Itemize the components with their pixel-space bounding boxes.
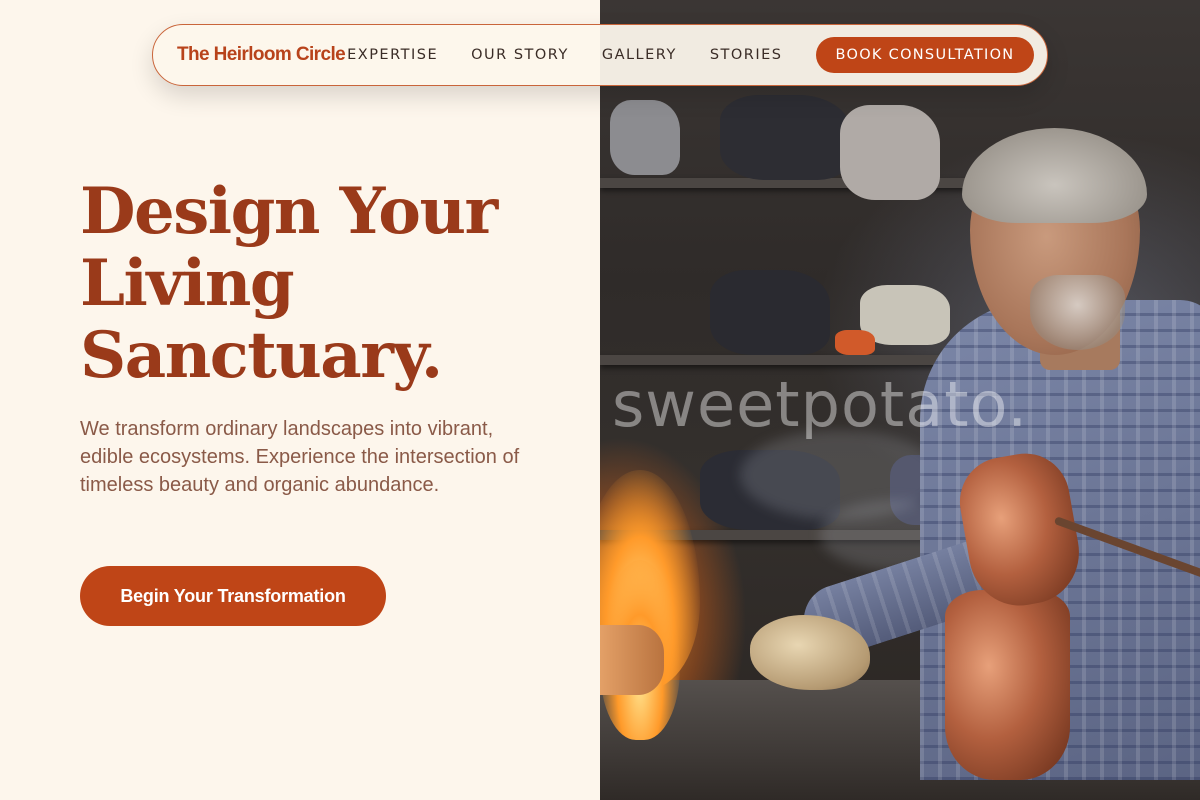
watermark: sweetpotato. (612, 368, 1029, 441)
artisan-beard (1030, 275, 1125, 350)
copper-bowl (600, 625, 664, 695)
brand-logo[interactable]: The Heirloom Circle (177, 44, 346, 66)
begin-transformation-button[interactable]: Begin Your Transformation (80, 566, 386, 626)
hero-subtext: We transform ordinary landscapes into vi… (80, 418, 520, 496)
nav-link-our-story[interactable]: OUR STORY (471, 47, 569, 63)
nav-link-gallery[interactable]: GALLERY (602, 47, 677, 63)
top-navigation: The Heirloom Circle EXPERTISE OUR STORY … (152, 24, 1048, 86)
hero-photo: sweetpotato. (600, 0, 1200, 800)
sack (710, 270, 830, 355)
nav-link-stories[interactable]: STORIES (710, 47, 783, 63)
book-consultation-button[interactable]: BOOK CONSULTATION (815, 37, 1035, 73)
artisan-hair (962, 128, 1147, 223)
headline-line: Design Your (80, 174, 498, 249)
copper-pitcher (945, 590, 1070, 780)
sack (835, 330, 875, 355)
headline-line: Sanctuary. (80, 318, 443, 393)
sack (840, 105, 940, 200)
nav-links: EXPERTISE OUR STORY GALLERY STORIES (347, 47, 815, 63)
sack (720, 95, 850, 180)
headline-line: Living (80, 246, 295, 321)
sack (610, 100, 680, 175)
nav-link-expertise[interactable]: EXPERTISE (347, 47, 438, 63)
hero-headline: Design Your Living Sanctuary. (80, 176, 580, 392)
